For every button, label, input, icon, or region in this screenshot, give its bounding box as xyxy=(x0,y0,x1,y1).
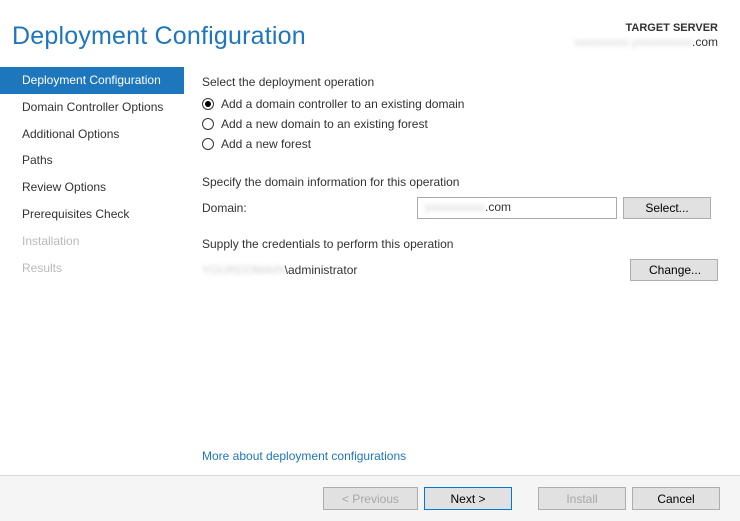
wizard-footer: < Previous Next > Install Cancel xyxy=(0,475,740,521)
domain-input[interactable] xyxy=(417,197,617,219)
radio-add-domain-existing-forest[interactable]: Add a new domain to an existing forest xyxy=(202,117,718,131)
target-server-block: TARGET SERVER xxxxxxxxx.yxxxxxxxxx.com xyxy=(575,22,718,50)
radio-icon xyxy=(202,138,214,150)
cancel-button[interactable]: Cancel xyxy=(632,487,720,510)
sidebar-item-review-options[interactable]: Review Options xyxy=(0,174,184,201)
sidebar-item-domain-controller-options[interactable]: Domain Controller Options xyxy=(0,94,184,121)
domain-field-label: Domain: xyxy=(202,201,417,215)
credentials-label: Supply the credentials to perform this o… xyxy=(202,237,718,251)
target-server-label: TARGET SERVER xyxy=(575,22,718,35)
radio-add-dc-existing-domain[interactable]: Add a domain controller to an existing d… xyxy=(202,97,718,111)
radio-label: Add a new forest xyxy=(221,137,311,151)
sidebar-item-prerequisites-check[interactable]: Prerequisites Check xyxy=(0,201,184,228)
more-about-link[interactable]: More about deployment configurations xyxy=(202,449,406,463)
sidebar-item-additional-options[interactable]: Additional Options xyxy=(0,121,184,148)
radio-label: Add a new domain to an existing forest xyxy=(221,117,428,131)
change-button[interactable]: Change... xyxy=(630,259,718,281)
wizard-sidebar: Deployment Configuration Domain Controll… xyxy=(0,61,184,281)
radio-icon xyxy=(202,98,214,110)
sidebar-item-results: Results xyxy=(0,255,184,282)
radio-add-new-forest[interactable]: Add a new forest xyxy=(202,137,718,151)
radio-icon xyxy=(202,118,214,130)
specify-domain-label: Specify the domain information for this … xyxy=(202,175,718,189)
next-button[interactable]: Next > xyxy=(424,487,512,510)
page-title: Deployment Configuration xyxy=(10,22,306,51)
target-server-name: xxxxxxxxx.yxxxxxxxxx.com xyxy=(575,35,718,49)
sidebar-item-installation: Installation xyxy=(0,228,184,255)
previous-button: < Previous xyxy=(323,487,418,510)
content-area: Select the deployment operation Add a do… xyxy=(184,61,740,281)
sidebar-item-paths[interactable]: Paths xyxy=(0,147,184,174)
radio-label: Add a domain controller to an existing d… xyxy=(221,97,464,111)
select-button[interactable]: Select... xyxy=(623,197,711,219)
sidebar-item-deployment-configuration[interactable]: Deployment Configuration xyxy=(0,67,184,94)
install-button: Install xyxy=(538,487,626,510)
credentials-value: YOURDOMAIN\administrator xyxy=(202,263,357,277)
select-operation-label: Select the deployment operation xyxy=(202,75,718,89)
